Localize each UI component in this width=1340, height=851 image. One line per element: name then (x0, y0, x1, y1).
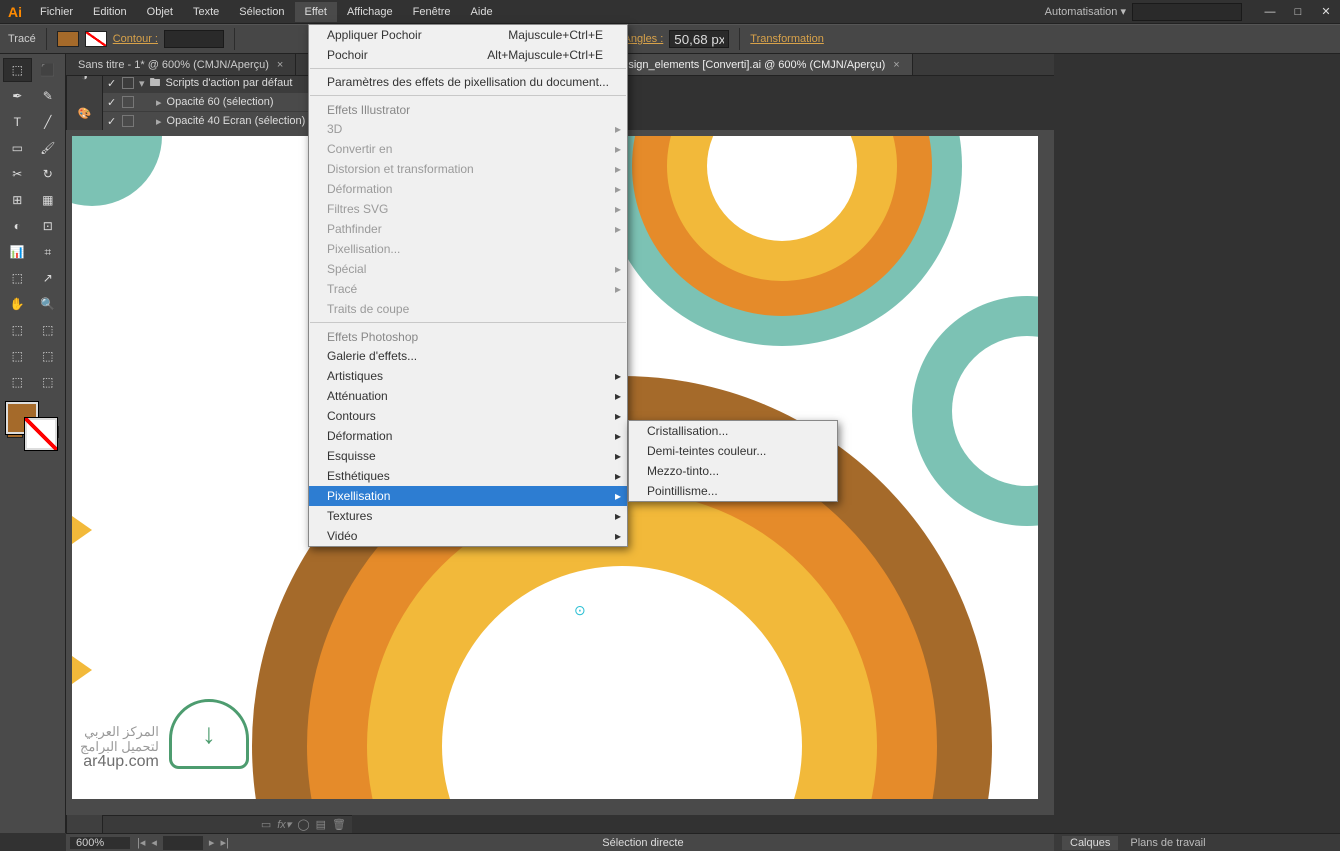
menu-item[interactable]: Esthétiques▸ (309, 466, 627, 486)
tool-button[interactable]: ⬚ (34, 370, 63, 394)
nav-first-icon[interactable]: |◂ (134, 836, 148, 849)
tool-button[interactable]: ⬚ (3, 266, 32, 290)
tool-button[interactable]: ✂ (3, 162, 32, 186)
menu-item[interactable]: Tracé▸ (309, 279, 627, 299)
tool-button[interactable]: 📊 (3, 240, 32, 264)
menu-item[interactable]: Atténuation▸ (309, 386, 627, 406)
menu-item[interactable]: Contours▸ (309, 406, 627, 426)
tool-button[interactable]: ⬛ (34, 58, 63, 82)
right-status: Calques Plans de travail (1054, 833, 1340, 851)
watermark: المركز العربي لتحميل البرامج ar4up.com (80, 699, 249, 769)
stroke-swatch[interactable] (85, 31, 107, 47)
menu-item[interactable]: Pixellisation▸ (309, 486, 627, 506)
menu-item[interactable]: PochoirAlt+Majuscule+Ctrl+E (309, 45, 627, 65)
selection-type: Tracé (8, 33, 36, 45)
submenu-item[interactable]: Demi-teintes couleur... (629, 441, 837, 461)
close-button[interactable]: ✕ (1312, 3, 1340, 21)
menu-item[interactable]: Filtres SVG▸ (309, 199, 627, 219)
menu-affichage[interactable]: Affichage (337, 2, 403, 22)
menu-item[interactable]: Pixellisation... (309, 239, 627, 259)
menu-item[interactable]: Déformation▸ (309, 179, 627, 199)
tool-button[interactable]: ↗ (34, 266, 63, 290)
angles-input[interactable] (669, 30, 729, 48)
angles-label[interactable]: Angles : (624, 33, 664, 45)
menu-effet[interactable]: Effet (295, 2, 337, 22)
app-logo: Ai (0, 0, 30, 24)
nav-next-icon[interactable]: ▸ (206, 836, 218, 849)
tool-button[interactable]: ⬚ (34, 344, 63, 368)
menu-item[interactable]: Convertir en▸ (309, 139, 627, 159)
tool-button[interactable]: ✋ (3, 292, 32, 316)
toolbox: ⬚⬛✒✎T╱▭🖌✂↻⊞▦◐⊡📊⌗⬚↗✋🔍⬚⬚⬚⬚⬚⬚ (0, 54, 66, 833)
menu-item[interactable]: Textures▸ (309, 506, 627, 526)
tool-button[interactable]: ⬚ (34, 318, 63, 342)
fill-swatch[interactable] (57, 31, 79, 47)
menu-sélection[interactable]: Sélection (229, 2, 294, 22)
menu-item[interactable]: Spécial▸ (309, 259, 627, 279)
close-icon[interactable]: × (893, 59, 899, 71)
menu-item[interactable]: Paramètres des effets de pixellisation d… (309, 72, 627, 92)
tool-button[interactable]: ↻ (34, 162, 63, 186)
menu-aide[interactable]: Aide (461, 2, 503, 22)
tool-button[interactable]: ⬚ (3, 370, 32, 394)
tool-button[interactable]: ✒ (3, 84, 32, 108)
tool-button[interactable]: T (3, 110, 32, 134)
menubar: Ai FichierEditionObjetTexteSélectionEffe… (0, 0, 1340, 24)
menu-item[interactable]: Artistiques▸ (309, 366, 627, 386)
tool-button[interactable]: 🔍 (34, 292, 63, 316)
tool-button[interactable]: ╱ (34, 110, 63, 134)
pixellisation-submenu[interactable]: Cristallisation...Demi-teintes couleur..… (628, 420, 838, 502)
aspect-footer: ▭fx▾◯▤🗑 (103, 815, 352, 833)
effet-menu[interactable]: Appliquer PochoirMajuscule+Ctrl+EPochoir… (308, 24, 628, 547)
menu-item[interactable]: Distorsion et transformation▸ (309, 159, 627, 179)
menu-fichier[interactable]: Fichier (30, 2, 83, 22)
tool-button[interactable]: ✎ (34, 84, 63, 108)
menu-item[interactable]: Déformation▸ (309, 426, 627, 446)
tool-button[interactable]: ⊞ (3, 188, 32, 212)
tool-button[interactable]: ⊡ (34, 214, 63, 238)
menu-item[interactable]: Pathfinder▸ (309, 219, 627, 239)
control-bar: Tracé Contour : Style : Angles : Transfo… (0, 24, 1340, 54)
tool-button[interactable]: 🖌 (34, 136, 63, 160)
menu-texte[interactable]: Texte (183, 2, 229, 22)
tool-button[interactable]: ⬚ (3, 318, 32, 342)
tool-button[interactable]: ◐ (3, 214, 32, 238)
menu-item[interactable]: Traits de coupe (309, 299, 627, 319)
document-tab[interactable]: Sans titre - 1* @ 600% (CMJN/Aperçu)× (66, 54, 296, 75)
nav-prev-icon[interactable]: ◂ (148, 836, 160, 849)
submenu-item[interactable]: Pointillisme... (629, 481, 837, 501)
minimize-button[interactable]: — (1256, 3, 1284, 21)
tab-plans[interactable]: Plans de travail (1130, 837, 1205, 849)
status-bar: 600% |◂ ◂ ▸ ▸| Sélection directe (66, 833, 1054, 851)
color-wells[interactable] (3, 402, 62, 460)
menu-item[interactable]: Esquisse▸ (309, 446, 627, 466)
stroke-label[interactable]: Contour : (113, 33, 158, 45)
menu-fenêtre[interactable]: Fenêtre (403, 2, 461, 22)
menu-item[interactable]: Appliquer PochoirMajuscule+Ctrl+E (309, 25, 627, 45)
tool-button[interactable]: ▭ (3, 136, 32, 160)
search-input[interactable] (1132, 3, 1242, 21)
tool-button[interactable]: ⬚ (3, 58, 32, 82)
menu-item[interactable]: 3D▸ (309, 119, 627, 139)
submenu-item[interactable]: Mezzo-tinto... (629, 461, 837, 481)
menu-objet[interactable]: Objet (137, 2, 183, 22)
zoom-readout[interactable]: 600% (70, 837, 130, 849)
tab-calques[interactable]: Calques (1062, 836, 1118, 850)
nav-last-icon[interactable]: ▸| (217, 836, 231, 849)
current-tool: Sélection directe (232, 837, 1054, 849)
automation-dropdown[interactable]: Automatisation ▾ (1039, 5, 1132, 18)
close-icon[interactable]: × (277, 59, 283, 71)
maximize-button[interactable]: □ (1284, 3, 1312, 21)
panel-icon[interactable]: 🎨 (72, 100, 98, 126)
stroke-weight-input[interactable] (164, 30, 224, 48)
menu-item[interactable]: Vidéo▸ (309, 526, 627, 546)
document-tab[interactable]: sign_elements [Converti].ai @ 600% (CMJN… (616, 54, 912, 75)
menu-edition[interactable]: Edition (83, 2, 137, 22)
tool-button[interactable]: ⬚ (3, 344, 32, 368)
transformation-link[interactable]: Transformation (750, 33, 824, 45)
tool-button[interactable]: ⌗ (34, 240, 63, 264)
menu-item[interactable]: Galerie d'effets... (309, 346, 627, 366)
submenu-item[interactable]: Cristallisation... (629, 421, 837, 441)
tool-button[interactable]: ▦ (34, 188, 63, 212)
